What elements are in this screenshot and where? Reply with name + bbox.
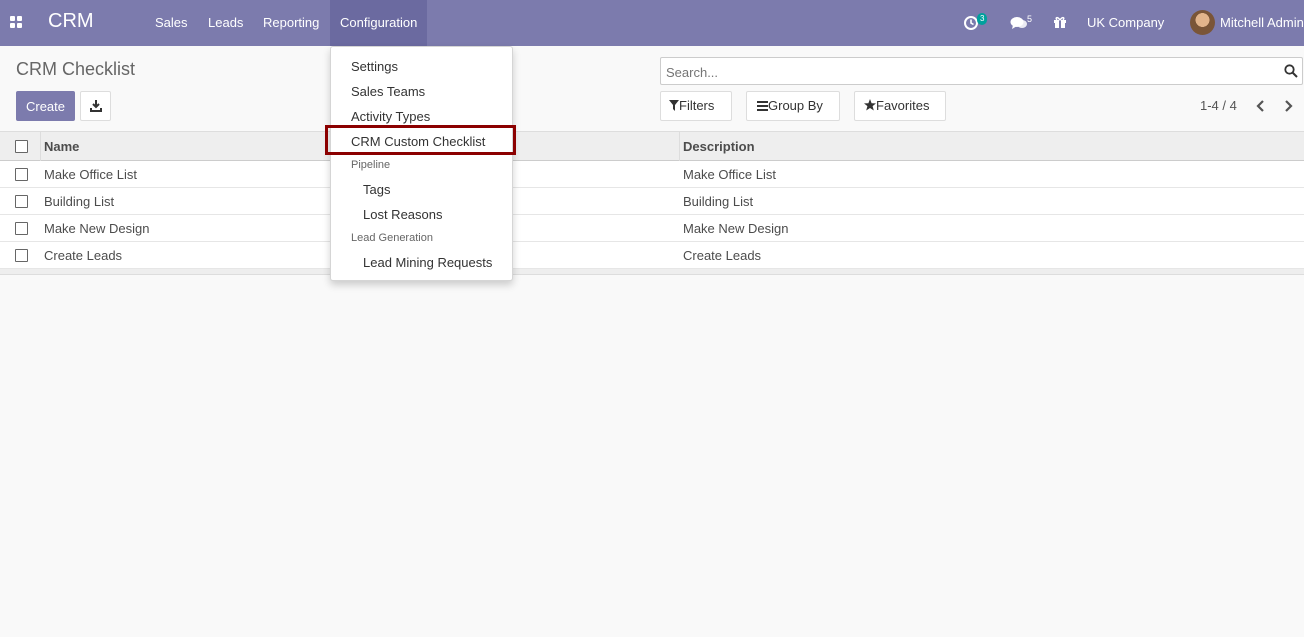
bars-icon [757,101,768,111]
filters-button[interactable]: Filters [660,91,732,121]
activity-count-badge: 3 [977,13,988,25]
table-row[interactable]: Make Office List Make Office List [0,161,1304,188]
row-checkbox[interactable] [15,168,28,181]
gift-button[interactable] [1052,0,1068,46]
menu-item-settings[interactable]: Settings [351,59,398,74]
messages-count: 5 [1027,14,1033,24]
menu-configuration[interactable]: Configuration [330,0,427,46]
column-separator [40,132,41,162]
row-description: Building List [683,194,754,209]
top-navbar: CRM Sales Leads Reporting Configuration … [0,0,1304,46]
checklist-table: Name Description Make Office List Make O… [0,131,1304,275]
row-name: Building List [44,194,115,209]
row-description: Make New Design [683,221,789,236]
highlight-box [325,125,516,155]
gift-icon [1054,16,1066,28]
row-description: Make Office List [683,167,776,182]
row-checkbox[interactable] [15,195,28,208]
export-button[interactable] [80,91,111,121]
table-footer [0,269,1304,275]
menu-item-lead-mining-requests[interactable]: Lead Mining Requests [363,255,492,270]
download-icon [90,100,102,112]
pager-value[interactable]: 1-4 / 4 [1200,98,1237,113]
menu-item-sales-teams[interactable]: Sales Teams [351,84,425,99]
menu-item-lost-reasons[interactable]: Lost Reasons [363,207,443,222]
table-row[interactable]: Make New Design Make New Design [0,215,1304,242]
menu-item-activity-types[interactable]: Activity Types [351,109,430,124]
table-row[interactable]: Building List Building List [0,188,1304,215]
row-checkbox[interactable] [15,222,28,235]
row-name: Make Office List [44,167,137,182]
user-menu[interactable]: Mitchell Admin [1220,0,1304,46]
apps-menu-icon[interactable] [10,16,23,29]
messages-button[interactable]: 5 [1009,0,1035,46]
search-icon[interactable] [1284,64,1298,78]
menu-item-tags[interactable]: Tags [363,182,390,197]
row-description: Create Leads [683,248,762,263]
row-checkbox[interactable] [15,249,28,262]
row-name: Make New Design [44,221,150,236]
star-icon [864,99,876,111]
column-header-description[interactable]: Description [683,139,755,154]
filter-icon [669,100,679,111]
page-title: CRM Checklist [16,59,136,79]
favorites-button[interactable]: Favorites [854,91,946,121]
filters-label: Filters [679,98,715,113]
group-by-button[interactable]: Group By [746,91,840,121]
user-avatar[interactable] [1190,10,1215,35]
company-switcher[interactable]: UK Company [1087,0,1164,46]
menu-section-lead-generation: Lead Generation [351,232,433,244]
menu-section-pipeline: Pipeline [351,159,391,171]
app-brand[interactable]: CRM [48,10,94,33]
column-separator [679,132,680,162]
select-all-checkbox[interactable] [15,140,28,153]
column-header-name[interactable]: Name [44,139,79,154]
chevron-right-icon[interactable] [1281,99,1295,113]
search-input[interactable] [666,63,1266,81]
chevron-left-icon[interactable] [1254,99,1268,113]
menu-reporting[interactable]: Reporting [253,0,329,46]
table-row[interactable]: Create Leads Create Leads [0,242,1304,269]
create-button[interactable]: Create [16,91,75,121]
menu-leads[interactable]: Leads [198,0,253,46]
group-by-label: Group By [768,98,823,113]
activity-button[interactable]: 3 [962,0,992,46]
menu-sales[interactable]: Sales [145,0,198,46]
chat-icon [1010,17,1027,29]
row-name: Create Leads [44,248,123,263]
table-header: Name Description [0,131,1304,162]
favorites-label: Favorites [876,98,930,113]
search-box [660,57,1303,85]
configuration-dropdown: Settings Sales Teams Activity Types CRM … [330,46,513,281]
